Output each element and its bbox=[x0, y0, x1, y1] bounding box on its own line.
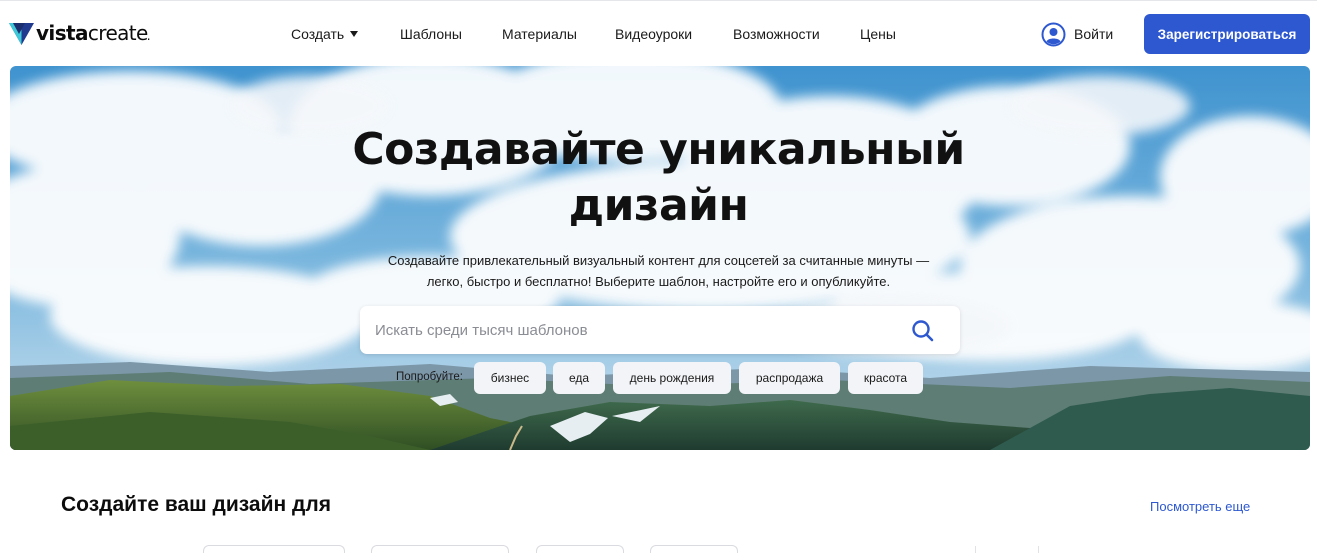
logo[interactable]: vistacreate. bbox=[9, 20, 151, 47]
hero-subtitle: Создавайте привлекательный визуальный ко… bbox=[0, 250, 1317, 292]
search-input[interactable] bbox=[375, 318, 895, 342]
signup-button[interactable]: Зарегистрироваться bbox=[1144, 14, 1310, 54]
caret-down-icon bbox=[350, 31, 359, 37]
login-button[interactable]: Войти bbox=[1041, 21, 1113, 47]
nav-item-features[interactable]: Возможности bbox=[733, 25, 820, 43]
nav-item-create-label: Создать bbox=[291, 26, 345, 42]
hero-title-line-1: Создавайте уникальный bbox=[352, 124, 965, 175]
hero-title-line-2: дизайн bbox=[568, 180, 749, 231]
site-header: vistacreate. Создать Шаблоны Материалы В… bbox=[0, 0, 1317, 66]
nav-item-materials[interactable]: Материалы bbox=[502, 25, 577, 43]
logo-wordmark-bold: vista bbox=[36, 20, 88, 45]
hero-subtitle-line-1: Создавайте привлекательный визуальный ко… bbox=[387, 253, 930, 268]
nav-item-templates[interactable]: Шаблоны bbox=[400, 25, 462, 43]
suggestion-chip-business[interactable]: бизнес bbox=[474, 362, 546, 394]
suggestions-label: Попробуйте: bbox=[396, 371, 463, 383]
hero-subtitle-line-2: легко, быстро и бесплатно! Выберите шабл… bbox=[426, 274, 891, 289]
see-more-link[interactable]: Посмотреть еще bbox=[1150, 499, 1250, 514]
format-card[interactable] bbox=[536, 545, 624, 553]
format-card[interactable] bbox=[203, 545, 345, 553]
hero-title: Создавайте уникальный дизайн bbox=[0, 122, 1317, 234]
logo-wordmark-regular: create bbox=[87, 20, 148, 45]
divider bbox=[975, 546, 976, 553]
divider bbox=[1038, 546, 1039, 553]
suggestion-chip-beauty[interactable]: красота bbox=[848, 362, 923, 394]
nav-item-create[interactable]: Создать bbox=[291, 25, 359, 43]
suggestion-chip-sale[interactable]: распродажа bbox=[739, 362, 840, 394]
template-search-bar bbox=[360, 306, 960, 354]
logo-wordmark: vistacreate. bbox=[36, 20, 151, 47]
format-card[interactable] bbox=[371, 545, 509, 553]
suggestion-chip-food[interactable]: еда bbox=[553, 362, 605, 394]
user-circle-icon bbox=[1041, 22, 1066, 46]
suggestion-chip-birthday[interactable]: день рождения bbox=[613, 362, 731, 394]
nav-item-pricing[interactable]: Цены bbox=[860, 25, 896, 43]
search-icon[interactable] bbox=[910, 318, 936, 344]
logo-wordmark-dot: . bbox=[146, 28, 151, 43]
format-card[interactable] bbox=[650, 545, 738, 553]
vistacreate-logo-icon bbox=[9, 23, 34, 45]
login-label: Войти bbox=[1074, 26, 1114, 42]
section-title: Создайте ваш дизайн для bbox=[61, 493, 331, 516]
nav-item-video-tutorials[interactable]: Видеоуроки bbox=[615, 25, 692, 43]
